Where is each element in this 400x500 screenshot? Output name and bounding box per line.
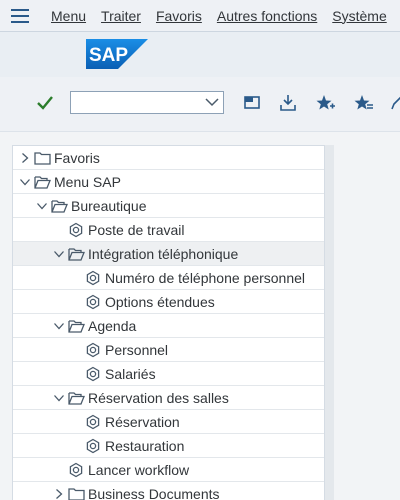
chevron-down-icon[interactable] xyxy=(51,246,67,262)
header-band: SAP xyxy=(0,32,400,77)
tree-row[interactable]: Menu SAP xyxy=(13,170,324,194)
tree-row-label: Poste de travail xyxy=(88,221,185,238)
tree-row[interactable]: Restauration xyxy=(13,434,324,458)
add-favorite-icon[interactable] xyxy=(316,94,336,112)
menu-systeme[interactable]: Système xyxy=(332,8,386,24)
chevron-down-icon[interactable] xyxy=(34,198,50,214)
transaction-icon xyxy=(67,462,85,478)
transaction-icon xyxy=(84,438,102,454)
edit-favorite-icon[interactable] xyxy=(354,94,374,112)
sap-menu-tree: Favoris Menu SAP Bureautique Poste de trava… xyxy=(12,145,325,500)
tree-row-label: Salariés xyxy=(105,365,156,382)
screen-icon[interactable] xyxy=(242,94,262,112)
tree-scrollbar[interactable] xyxy=(325,145,334,500)
tree-row[interactable]: Business Documents xyxy=(13,482,324,500)
sap-logo: SAP xyxy=(86,39,148,69)
transaction-icon xyxy=(84,366,102,382)
menu-favoris[interactable]: Favoris xyxy=(156,8,202,24)
tree-row[interactable]: Réservation xyxy=(13,410,324,434)
tree-row-label: Favoris xyxy=(54,149,100,166)
chevron-down-icon[interactable] xyxy=(205,98,219,107)
svg-text:SAP: SAP xyxy=(89,45,128,66)
tree-row-label: Intégration téléphonique xyxy=(88,245,239,262)
tree-row-label: Personnel xyxy=(105,341,169,358)
checkmark-icon[interactable] xyxy=(36,94,54,112)
expander-placeholder xyxy=(51,462,67,478)
tree-row[interactable]: Réservation des salles xyxy=(13,386,324,410)
toolbar xyxy=(0,77,400,132)
chevron-right-icon[interactable] xyxy=(51,486,67,500)
tree-row[interactable]: Favoris xyxy=(13,146,324,170)
chevron-down-icon[interactable] xyxy=(51,318,67,334)
tree-row[interactable]: Numéro de téléphone personnel xyxy=(13,266,324,290)
tree-row[interactable]: Salariés xyxy=(13,362,324,386)
folder-open-icon xyxy=(67,246,85,262)
tree-row-label: Menu SAP xyxy=(54,173,121,190)
tree-row[interactable]: Options étendues xyxy=(13,290,324,314)
transaction-icon xyxy=(67,222,85,238)
tree-row-label: Business Documents xyxy=(88,485,220,500)
tree-row[interactable]: Intégration téléphonique xyxy=(13,242,324,266)
folder-icon xyxy=(67,486,85,500)
transaction-icon xyxy=(84,294,102,310)
transaction-icon xyxy=(84,414,102,430)
expander-placeholder xyxy=(68,366,84,382)
tree-row[interactable]: Poste de travail xyxy=(13,218,324,242)
menu-traiter[interactable]: Traiter xyxy=(101,8,141,24)
expander-placeholder xyxy=(68,294,84,310)
pencil-icon[interactable] xyxy=(390,94,400,112)
folder-open-icon xyxy=(67,390,85,406)
folder-open-icon xyxy=(67,318,85,334)
transaction-icon xyxy=(84,342,102,358)
expander-placeholder xyxy=(68,270,84,286)
command-input[interactable] xyxy=(75,93,207,114)
tree-row-label: Agenda xyxy=(88,317,137,334)
tree-row-label: Numéro de téléphone personnel xyxy=(105,269,306,286)
expander-placeholder xyxy=(68,438,84,454)
expander-placeholder xyxy=(68,342,84,358)
hamburger-menu-icon[interactable] xyxy=(0,0,40,31)
folder-open-icon xyxy=(33,174,51,190)
command-field[interactable] xyxy=(70,91,224,114)
menu-autres-fonctions[interactable]: Autres fonctions xyxy=(217,8,317,24)
tree-row-label: Réservation xyxy=(105,413,180,430)
menu-menu[interactable]: Menu xyxy=(51,8,86,24)
expander-placeholder xyxy=(51,222,67,238)
tree-row-label: Lancer workflow xyxy=(88,461,190,478)
folder-icon xyxy=(33,150,51,166)
menu-bar: Menu Traiter Favoris Autres fonctions Sy… xyxy=(0,0,400,32)
tree-row-label: Restauration xyxy=(105,437,185,454)
tree-row[interactable]: Personnel xyxy=(13,338,324,362)
tree-row-label: Réservation des salles xyxy=(88,389,229,406)
chevron-down-icon[interactable] xyxy=(17,174,33,190)
folder-open-icon xyxy=(50,198,68,214)
tree-row-label: Options étendues xyxy=(105,293,215,310)
tree-row[interactable]: Bureautique xyxy=(13,194,324,218)
transaction-icon xyxy=(84,270,102,286)
chevron-right-icon[interactable] xyxy=(17,150,33,166)
tree-row[interactable]: Agenda xyxy=(13,314,324,338)
expander-placeholder xyxy=(68,414,84,430)
tree-row[interactable]: Lancer workflow xyxy=(13,458,324,482)
chevron-down-icon[interactable] xyxy=(51,390,67,406)
tree-row-label: Bureautique xyxy=(71,197,147,214)
download-icon[interactable] xyxy=(278,94,298,112)
